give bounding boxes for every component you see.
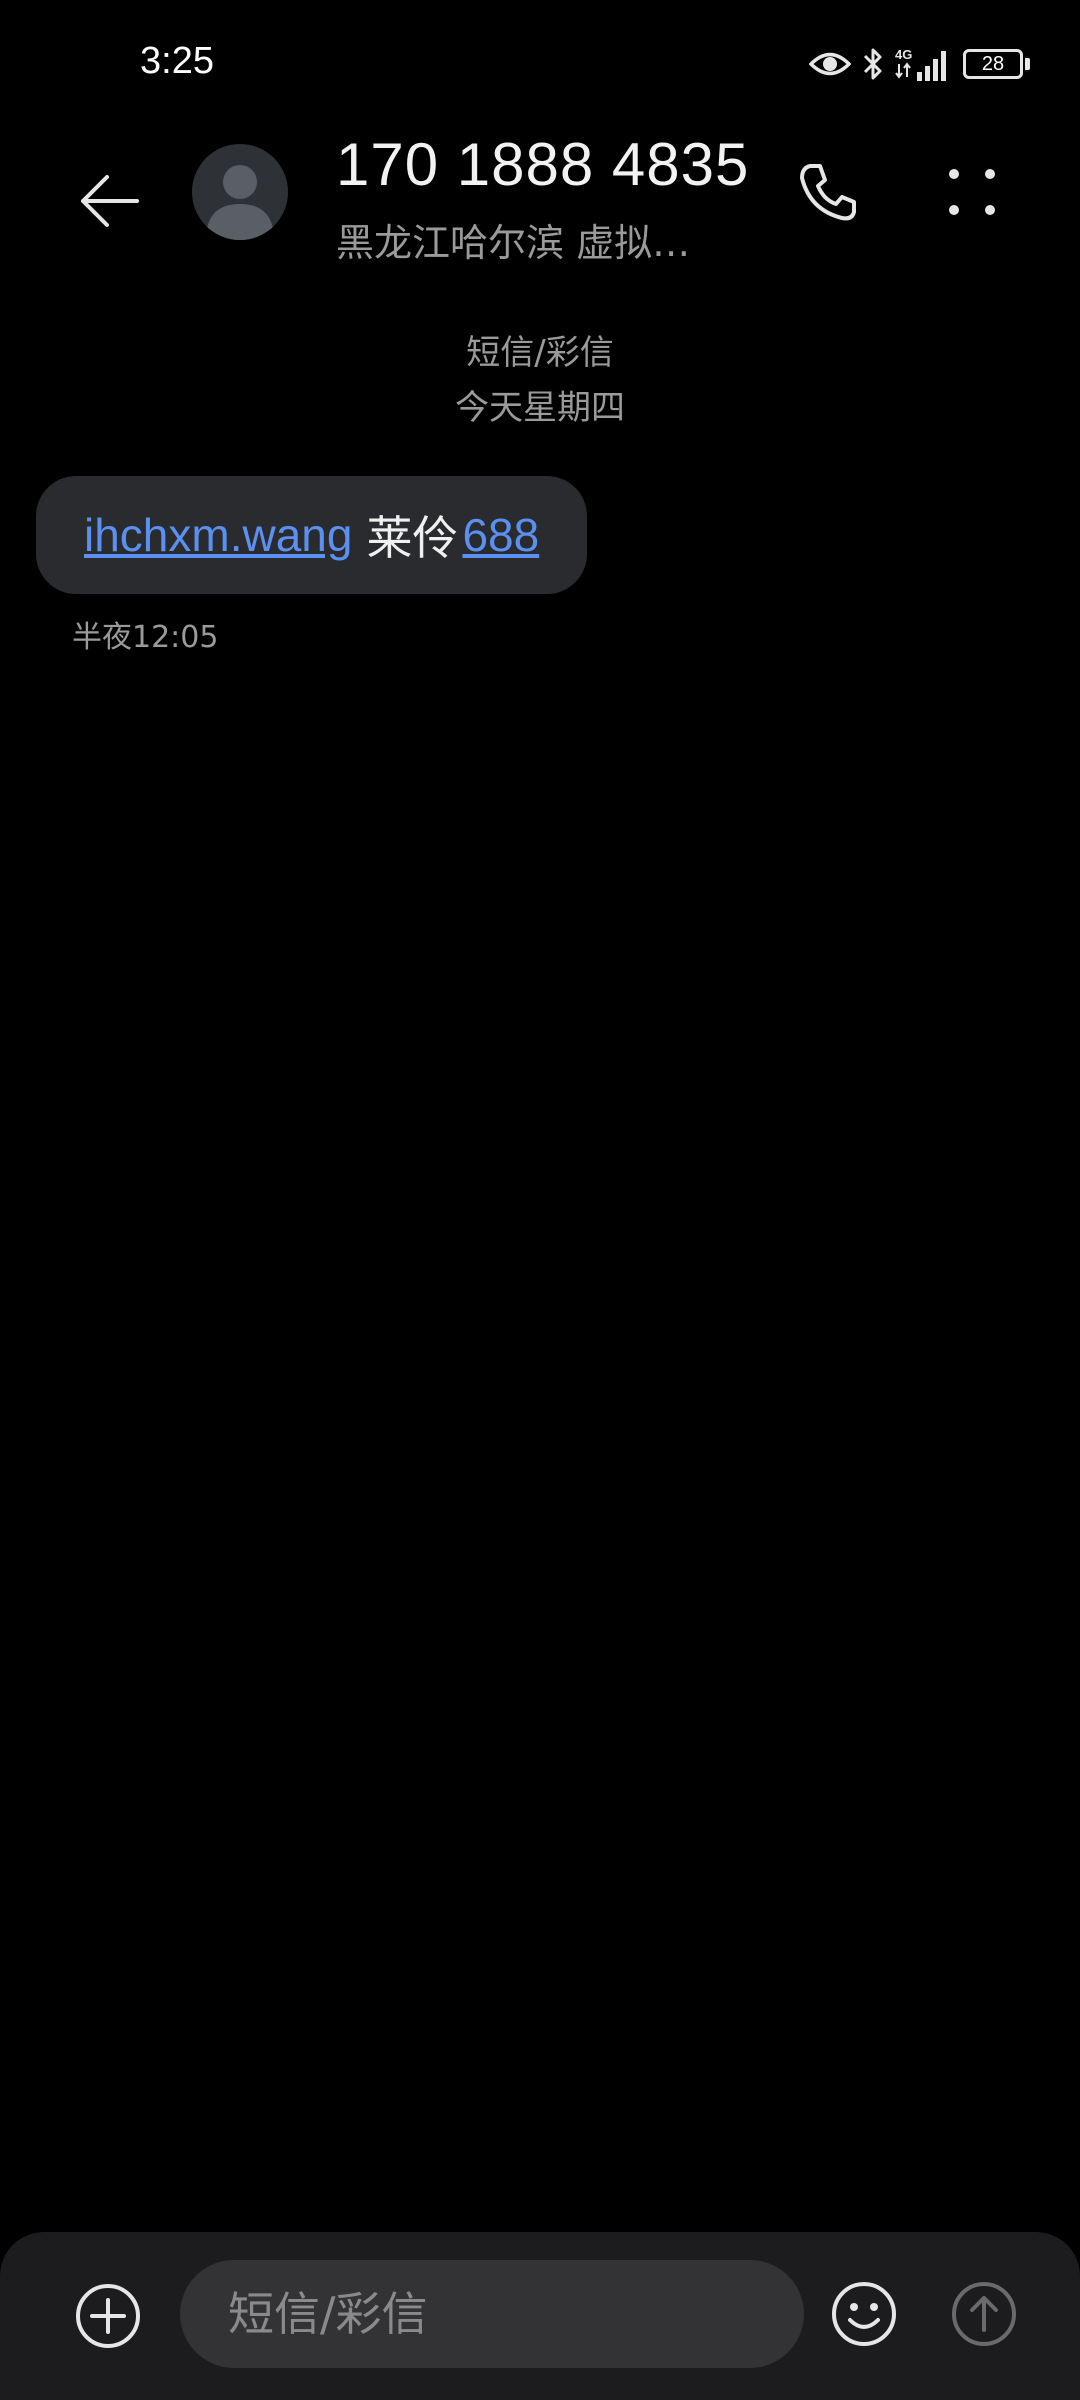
- call-button[interactable]: [790, 154, 866, 230]
- status-icons: 4G 28: [809, 44, 1030, 84]
- emoji-icon: [832, 2282, 896, 2346]
- conversation-header: 170 1888 4835 黑龙江哈尔滨 虚拟…: [0, 130, 1080, 270]
- avatar[interactable]: [192, 144, 288, 240]
- channel-label: 短信/彩信: [466, 333, 614, 373]
- message-number-link[interactable]: 688: [462, 508, 539, 562]
- more-options-icon: [949, 169, 995, 215]
- add-attachment-button[interactable]: [72, 2280, 144, 2352]
- emoji-button[interactable]: [828, 2278, 900, 2350]
- more-options-button[interactable]: [934, 154, 1010, 230]
- message-text: 莱伶: [366, 511, 459, 565]
- eye-comfort-icon: [809, 49, 851, 79]
- phone-icon: [800, 164, 856, 221]
- message-input[interactable]: [180, 2260, 804, 2368]
- status-bar: 3:25 4G 28: [0, 0, 1080, 130]
- back-button[interactable]: [66, 158, 152, 244]
- contact-location: 黑龙江哈尔滨 虚拟…: [336, 221, 691, 265]
- battery-icon: 28: [963, 49, 1030, 79]
- message-bubble[interactable]: ihchxm.wang 莱伶 688: [36, 476, 588, 594]
- avatar-person-icon: [206, 165, 274, 240]
- signal-4g-icon: 4G: [895, 46, 953, 82]
- message-link[interactable]: ihchxm.wang: [84, 508, 352, 562]
- battery-tip: [1025, 58, 1030, 70]
- contact-number[interactable]: 170 1888 4835: [336, 130, 749, 199]
- bluetooth-icon: [861, 46, 885, 82]
- send-arrow-icon: [952, 2282, 1016, 2346]
- battery-body: 28: [963, 49, 1023, 79]
- add-circle-icon: [76, 2284, 140, 2348]
- battery-level: 28: [981, 52, 1005, 75]
- network-type-label: 4G: [895, 47, 912, 62]
- back-arrow-icon: [81, 175, 139, 227]
- date-separator: 今天星期四: [455, 388, 625, 428]
- send-button[interactable]: [948, 2278, 1020, 2350]
- compose-bar: [0, 2232, 1080, 2400]
- status-time: 3:25: [140, 40, 214, 82]
- message-timestamp: 半夜12:05: [72, 620, 219, 655]
